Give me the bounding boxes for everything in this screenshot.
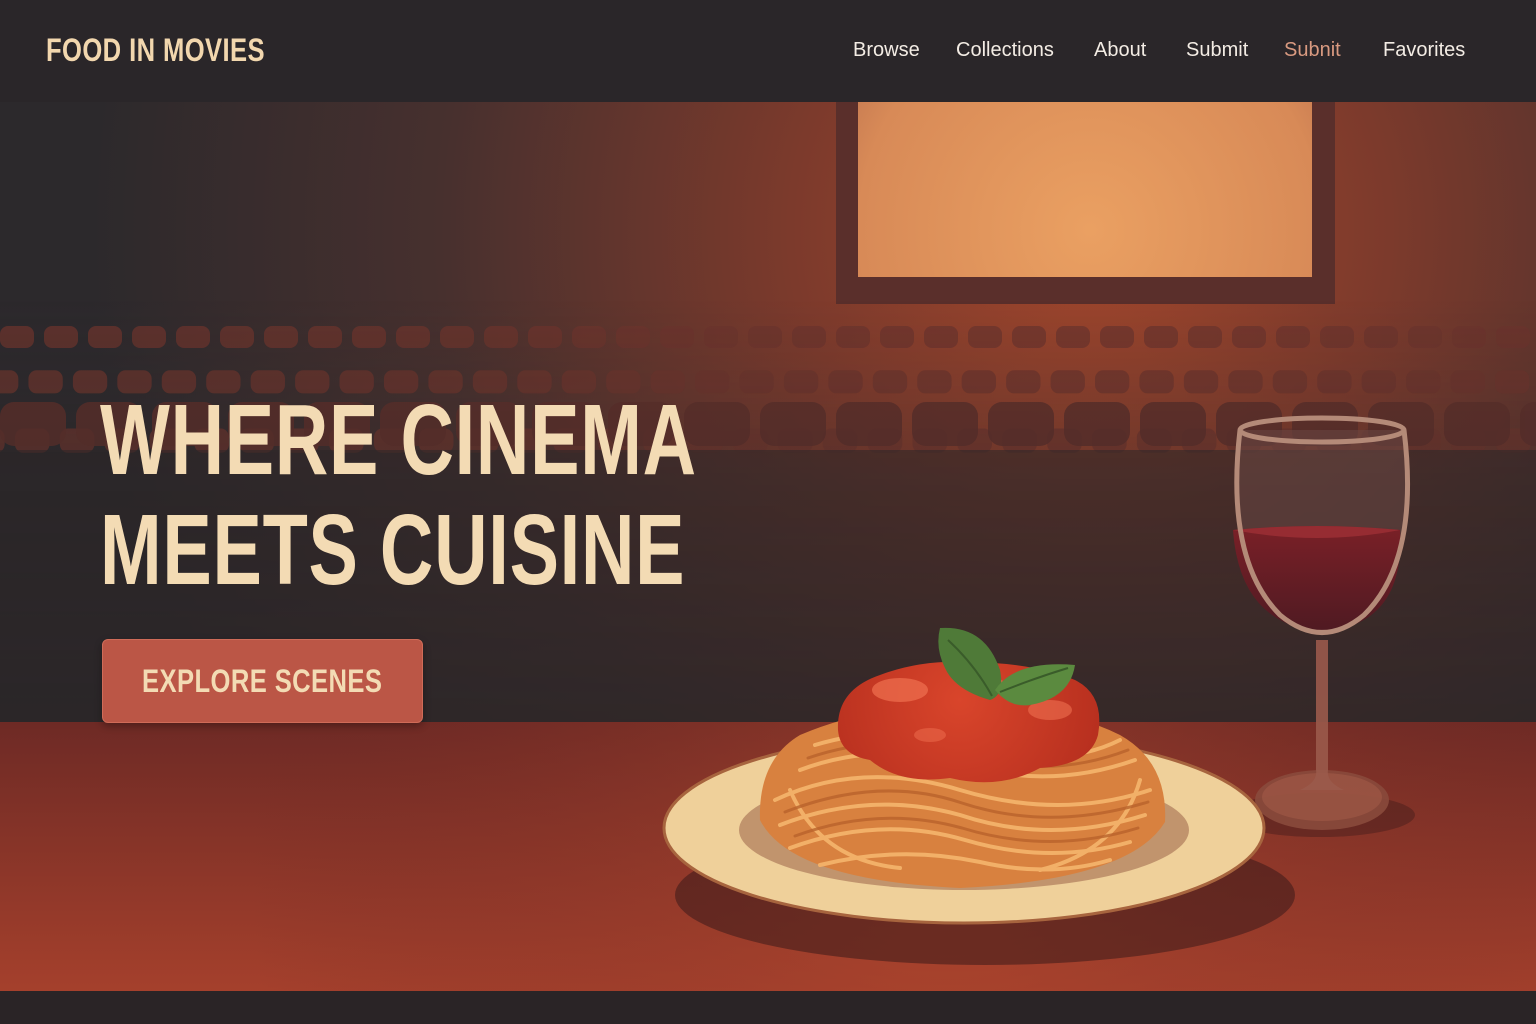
nav-link-subnit[interactable]: Subnit xyxy=(1284,36,1341,64)
hero-headline: WHERE CINEMA MEETS CUISINE xyxy=(100,385,697,605)
hero-headline-line-2: MEETS CUISINE xyxy=(100,494,686,606)
nav-link-collections[interactable]: Collections xyxy=(956,36,1054,64)
main-nav: Browse Collections About Submit Subnit F… xyxy=(0,36,1536,64)
hero-headline-line-1: WHERE CINEMA xyxy=(100,384,697,496)
nav-link-favorites[interactable]: Favorites xyxy=(1383,36,1465,64)
nav-link-about[interactable]: About xyxy=(1094,36,1146,64)
explore-scenes-button[interactable]: EXPLORE SCENES xyxy=(102,639,423,723)
footer-strip xyxy=(0,991,1536,1024)
explore-scenes-label: EXPLORE SCENES xyxy=(142,662,383,699)
top-navbar: FOOD IN MOVIES Browse Collections About … xyxy=(0,0,1536,102)
nav-link-submit[interactable]: Submit xyxy=(1186,36,1248,64)
nav-link-browse[interactable]: Browse xyxy=(853,36,920,64)
